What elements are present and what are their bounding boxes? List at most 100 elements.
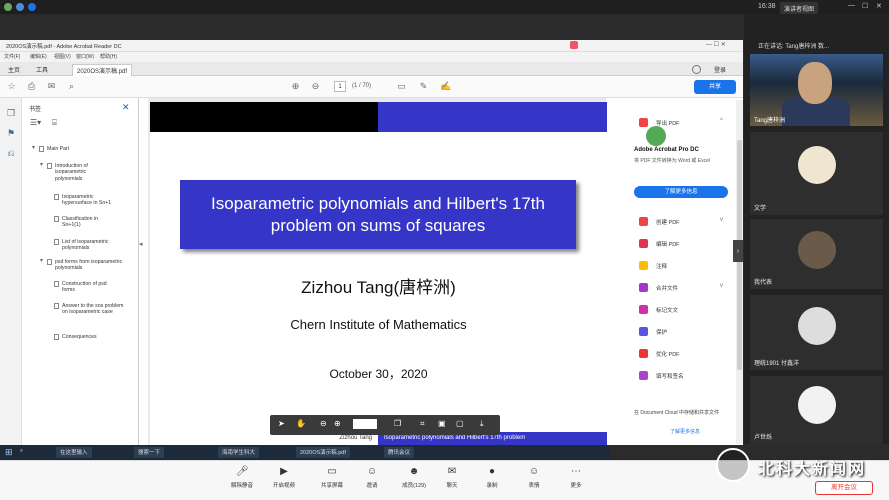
taskbar-item[interactable]: 海南学生科大 [218, 447, 260, 458]
menu-file[interactable]: 文件(F) [4, 53, 20, 60]
menu-view[interactable]: 视图(V) [54, 53, 71, 60]
create-pdf-icon [639, 217, 648, 226]
more-button[interactable]: ⋯ 更多 [556, 466, 596, 489]
bookmarks-icon[interactable]: ⚑ [5, 128, 17, 140]
pages-icon[interactable]: ❐ [5, 108, 17, 120]
invite-button[interactable]: ☺ 邀请 [352, 466, 392, 489]
bookmark-star-icon[interactable]: ☆ [6, 81, 17, 92]
menu-help[interactable]: 帮助(H) [100, 53, 117, 60]
participant-tile[interactable]: 我代表 [750, 219, 883, 289]
login-link[interactable]: 登录 [714, 65, 726, 74]
search-icon[interactable]: ⌕ [66, 81, 77, 92]
page-down-icon[interactable]: ⊖ [310, 81, 321, 92]
bookmark-item[interactable]: Classification in Sn+1(1) [54, 216, 112, 229]
attachments-icon[interactable]: ⎌ [5, 148, 17, 160]
zoom-out-icon[interactable]: ⊖ [320, 419, 327, 428]
bookmark-item[interactable]: List of isoparametric polynomials [54, 239, 120, 252]
print-icon[interactable]: ⎙ [26, 81, 37, 92]
share-screen-button[interactable]: ▭ 共享屏幕 [312, 466, 352, 489]
collapse-panel-icon[interactable]: ◂ [139, 240, 147, 254]
tab-home[interactable]: 主页 [4, 64, 24, 75]
start-video-button[interactable]: ▶ 开启视频 [264, 466, 304, 489]
zoom-in-icon[interactable]: ⊕ [334, 419, 341, 428]
share-button[interactable]: 共享 [694, 80, 736, 94]
unmute-button[interactable]: 🎤︎ 解除静音 [222, 466, 262, 489]
menu-edit[interactable]: 编辑(E) [30, 53, 47, 60]
menu-window[interactable]: 窗口(W) [76, 53, 94, 60]
bookmark-item[interactable]: Consequences [54, 334, 122, 340]
select-icon[interactable]: ▣ [438, 419, 446, 428]
zoom-level[interactable]: 171% [353, 419, 377, 429]
tool-item[interactable]: 注释 [656, 262, 667, 270]
tool-item[interactable]: 创建 PDF [656, 218, 680, 226]
meeting-icon [28, 3, 36, 11]
bookmark-item[interactable]: ▾ psd forms from isoparametric polynomial… [40, 258, 135, 272]
bookmark-item[interactable]: Isoparametric hypersurface in Sn+1 [54, 194, 120, 207]
minimize-icon[interactable]: — [848, 2, 855, 9]
pen-icon[interactable]: ✎ [418, 81, 429, 92]
chat-button[interactable]: ✉ 聊天 [432, 466, 472, 489]
comment-icon[interactable]: ▭ [396, 81, 407, 92]
participant-tile[interactable]: 卢世烁 [750, 376, 883, 444]
windows-start-icon[interactable]: ⊞ [5, 447, 13, 458]
sign-icon[interactable]: ✍ [440, 81, 451, 92]
tool-item[interactable]: 填写和签名 [656, 372, 684, 380]
record-button[interactable]: ● 录制 [472, 466, 512, 489]
bookmark-add-icon[interactable]: ⌸ [52, 118, 57, 128]
participant-tile[interactable]: 理统1901 付鑫洋 [750, 295, 883, 370]
tool-item[interactable]: 合并文件 [656, 284, 678, 292]
close-icon[interactable]: ✕ [876, 2, 882, 10]
close-panel-icon[interactable]: ✕ [122, 102, 130, 113]
tool-item[interactable]: 标记文文 [656, 306, 678, 314]
taskbar-item[interactable]: 搜索一下 [134, 447, 165, 458]
search-taskbar-icon[interactable]: ⌕ [20, 448, 23, 455]
copy-icon[interactable]: ❐ [394, 419, 401, 428]
video-tile[interactable]: Tang唐梓洲 [750, 54, 883, 126]
chevron-down-icon[interactable]: v [720, 283, 723, 289]
participant-tile[interactable]: 文学 [750, 132, 883, 215]
bookmark-options-icon[interactable]: ☰▾ [30, 118, 41, 127]
leave-meeting-button[interactable]: 离开会议 [815, 481, 873, 495]
chevron-down-icon[interactable]: v [720, 217, 723, 223]
tool-item[interactable]: 优化 PDF [656, 350, 680, 358]
combine-icon [639, 283, 648, 292]
members-button[interactable]: ☻ 成员(129) [394, 466, 434, 489]
help-icon[interactable] [692, 65, 701, 74]
page-up-icon[interactable]: ⊕ [290, 81, 301, 92]
fill-sign-icon [639, 371, 648, 380]
learn-more-link[interactable]: 了解更多信息 [670, 428, 700, 435]
bookmark-item[interactable]: Construction of psd forms [54, 281, 114, 294]
panel-toggle-icon[interactable]: › [733, 240, 743, 262]
slide-title-box: Isoparametric polynomials and Hilbert's … [180, 180, 576, 249]
tool-item[interactable]: 编辑 PDF [656, 240, 680, 248]
chevron-up-icon[interactable]: ^ [720, 118, 723, 124]
menu-bar: 文件(F) 编辑(E) 视图(V) 窗口(W) 帮助(H) [0, 52, 743, 62]
slide-title-line1: Isoparametric polynomials and Hilbert's … [211, 194, 545, 213]
hand-icon[interactable]: ✋ [296, 419, 306, 428]
crop-icon[interactable]: ⌗ [420, 419, 425, 429]
bookmark-item[interactable]: ▾ Introduction of isoparametric polynomia… [40, 162, 101, 182]
email-icon[interactable]: ✉ [46, 81, 57, 92]
get-more-button[interactable]: 了解更多信息 [634, 186, 728, 198]
tool-item[interactable]: 保护 [656, 328, 667, 336]
mic-icon: 🎤︎ [236, 466, 249, 477]
tab-document[interactable]: 2020OS演示稿.pdf [72, 64, 133, 76]
taskbar-item[interactable]: 腾讯会议 [384, 447, 415, 458]
taskbar-search-box[interactable]: 在这里输入 [56, 447, 92, 458]
maximize-icon[interactable]: ☐ [862, 2, 868, 10]
bookmark-item[interactable]: Answer to the sos problem on isoparametr… [54, 303, 124, 316]
download-icon[interactable]: ⤓ [480, 419, 484, 429]
tab-tools[interactable]: 工具 [32, 64, 52, 75]
bookmark-item[interactable]: ▾ Main Part [32, 145, 127, 152]
reactions-button[interactable]: ☺ 表情 [514, 466, 554, 489]
slide-institute: Chern Institute of Mathematics [290, 317, 467, 332]
cloud-text: 在 Document Cloud 中存储和共享文件 [634, 410, 720, 416]
taskbar-item[interactable]: 2020OS演示稿.pdf [296, 447, 350, 458]
page-number-input[interactable]: 1 [334, 81, 346, 92]
avatar [798, 307, 836, 345]
watermark-text: 北科大新闻网 [758, 459, 867, 478]
fit-icon[interactable]: ▢ [456, 419, 464, 428]
video-name: Tang唐梓洲 [754, 118, 786, 124]
window-controls[interactable]: — ☐ ✕ [706, 41, 726, 48]
cursor-icon[interactable]: ➤ [278, 419, 285, 428]
